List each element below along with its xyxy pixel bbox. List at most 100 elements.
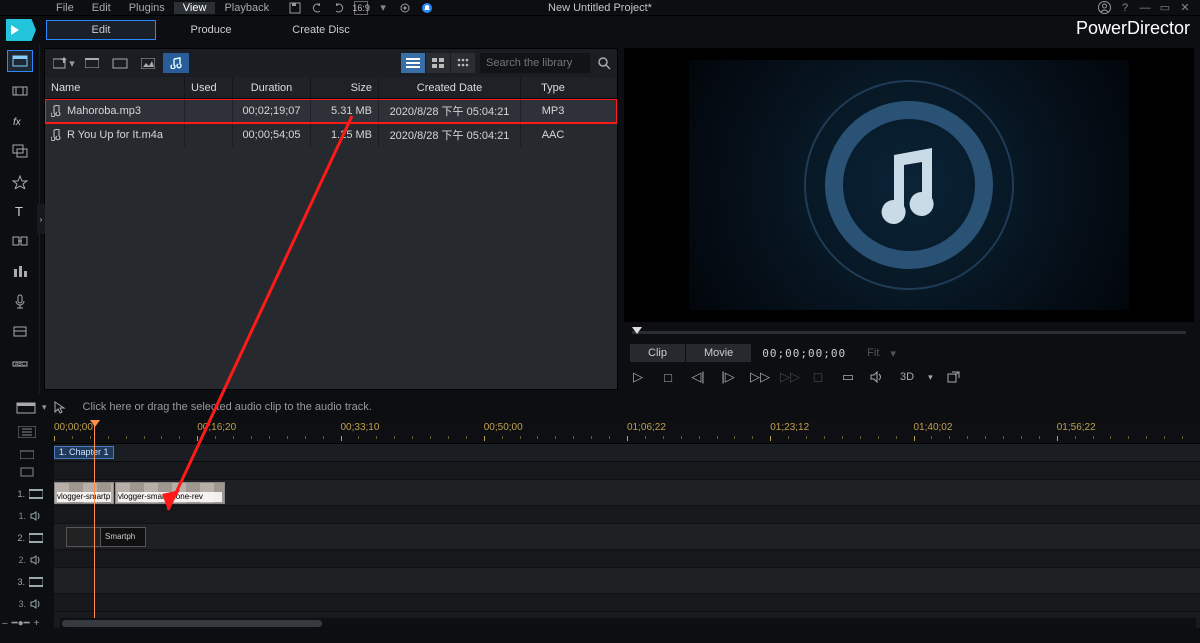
movie-mode-button[interactable]: Movie <box>686 344 751 362</box>
undock-icon[interactable] <box>947 371 963 383</box>
marker-gutter[interactable] <box>0 462 54 480</box>
tab-edit[interactable]: Edit <box>46 20 156 40</box>
library-row[interactable]: R You Up for It.m4a00;00;54;051.25 MB202… <box>45 123 617 147</box>
col-duration[interactable]: Duration <box>233 77 311 98</box>
detail-view-icon[interactable] <box>451 53 475 73</box>
minimize-icon[interactable]: — <box>1138 2 1152 14</box>
next-frame-icon[interactable]: |▷ <box>720 369 736 385</box>
timeline-track[interactable] <box>54 568 1200 594</box>
save-icon[interactable] <box>288 1 302 15</box>
chevron-down-icon[interactable]: ▾ <box>376 1 390 15</box>
timeline-track[interactable]: Smartph <box>54 524 1200 550</box>
track-gutter[interactable]: 2. <box>0 524 54 550</box>
track-gutter[interactable]: 2. <box>0 550 54 568</box>
timeline-zoom[interactable]: –━●━ + <box>2 618 40 628</box>
track-gutter[interactable]: 1. <box>0 506 54 524</box>
voice-over-room-icon[interactable] <box>7 290 33 312</box>
library-row[interactable]: Mahoroba.mp300;02;19;075.31 MB2020/8/28 … <box>45 99 617 123</box>
library-search-input[interactable] <box>480 53 590 73</box>
menu-view[interactable]: View <box>174 2 216 14</box>
redo-icon[interactable] <box>332 1 346 15</box>
cursor-arrow-icon[interactable] <box>53 400 67 414</box>
timeline-horizontal-scrollbar[interactable] <box>60 618 1196 628</box>
aspect-ratio-icon[interactable]: 16:9 <box>354 1 368 15</box>
subtitle-room-icon[interactable]: ABC <box>7 350 33 372</box>
play-icon[interactable]: ▷ <box>630 369 646 385</box>
close-icon[interactable]: ✕ <box>1178 1 1192 14</box>
clip-mode-button[interactable]: Clip <box>630 344 685 362</box>
stop-icon[interactable]: □ <box>660 370 676 385</box>
preview-scrubber[interactable] <box>624 322 1194 342</box>
media-filter-all-icon[interactable] <box>79 53 105 73</box>
timeline-ruler[interactable]: 00;00;0000;16;2000;33;1000;50;0001;06;22… <box>54 420 1200 444</box>
three-d-button[interactable]: 3D <box>900 371 914 383</box>
timeline-tool-icon[interactable] <box>16 400 36 414</box>
preview-fit-chevron-icon[interactable]: ▾ <box>890 347 896 360</box>
account-icon[interactable] <box>1098 1 1112 14</box>
track-gutter[interactable]: 3. <box>0 568 54 594</box>
image-filter-icon[interactable] <box>135 53 161 73</box>
menu-plugins[interactable]: Plugins <box>120 2 174 14</box>
col-name[interactable]: Name <box>45 77 185 98</box>
track-gutter[interactable]: 1. <box>0 480 54 506</box>
snapshot-icon[interactable]: ◻ <box>810 369 826 385</box>
display-mode-icon[interactable] <box>107 53 133 73</box>
sidebar-expand-icon[interactable]: › <box>37 204 45 234</box>
particle-room-icon[interactable] <box>7 170 33 192</box>
menu-file[interactable]: File <box>47 2 83 14</box>
preview-fit-label[interactable]: Fit <box>857 347 889 359</box>
zoom-out-icon[interactable]: – <box>2 618 8 629</box>
help-icon[interactable]: ? <box>1118 2 1132 14</box>
effects-room-icon[interactable] <box>7 80 33 102</box>
tab-produce[interactable]: Produce <box>156 20 266 40</box>
list-view-icon[interactable] <box>401 53 425 73</box>
preview-viewport[interactable] <box>624 48 1194 322</box>
pip-room-icon[interactable] <box>7 140 33 162</box>
track-options-icon[interactable] <box>0 420 54 444</box>
timeline-track[interactable] <box>54 594 1200 612</box>
timeline-clip[interactable]: vlogger-smartphone-rev <box>115 482 225 504</box>
chapter-room-icon[interactable] <box>7 320 33 342</box>
col-size[interactable]: Size <box>311 77 379 98</box>
fast-forward-icon[interactable]: ▷▷ <box>750 369 766 385</box>
chapter-gutter[interactable] <box>0 444 54 462</box>
settings-gear-icon[interactable] <box>398 1 412 15</box>
maximize-icon[interactable]: ▭ <box>1158 1 1172 14</box>
title-room-icon[interactable]: T <box>7 200 33 222</box>
col-used[interactable]: Used <box>185 77 233 98</box>
audio-filter-icon[interactable] <box>163 53 189 73</box>
undo-icon[interactable] <box>310 1 324 15</box>
timeline-clip[interactable]: Smartph <box>66 527 146 547</box>
import-media-icon[interactable]: ▾ <box>51 53 77 73</box>
timeline-area[interactable]: 00;00;0000;16;2000;33;1000;50;0001;06;22… <box>54 420 1200 628</box>
tab-create-disc[interactable]: Create Disc <box>266 20 376 40</box>
search-icon[interactable] <box>598 57 611 70</box>
timeline-clip[interactable]: vlogger-smartp <box>54 482 114 504</box>
timeline-track[interactable] <box>54 550 1200 568</box>
scrollbar-thumb[interactable] <box>62 620 322 627</box>
scrub-thumb-icon[interactable] <box>632 327 642 334</box>
playhead[interactable] <box>94 420 95 628</box>
loop-icon[interactable]: ▭ <box>840 369 856 385</box>
chapter-row[interactable]: 1. Chapter 1 <box>54 444 1200 462</box>
timeline-track[interactable]: vlogger-smartpvlogger-smartphone-rev <box>54 480 1200 506</box>
notification-bell-icon[interactable] <box>420 1 434 15</box>
volume-icon[interactable] <box>870 371 886 383</box>
step-forward-icon[interactable]: ▷▷ <box>780 369 796 385</box>
menu-edit[interactable]: Edit <box>83 2 120 14</box>
zoom-in-icon[interactable]: + <box>34 618 40 629</box>
marker-row[interactable] <box>54 462 1200 480</box>
zoom-slider[interactable]: ━●━ <box>12 618 30 629</box>
transition-room-icon[interactable] <box>7 230 33 252</box>
menu-playback[interactable]: Playback <box>215 2 278 14</box>
col-created-date[interactable]: Created Date <box>379 77 521 98</box>
fx-room-icon[interactable]: fx <box>7 110 33 132</box>
prev-frame-icon[interactable]: ◁| <box>690 369 706 385</box>
track-gutter[interactable]: 3. <box>0 594 54 612</box>
chapter-marker[interactable]: 1. Chapter 1 <box>54 446 114 459</box>
grid-view-icon[interactable] <box>426 53 450 73</box>
timeline-tool-chevron-icon[interactable]: ▾ <box>42 402 47 413</box>
col-type[interactable]: Type <box>521 77 585 98</box>
audio-mixing-room-icon[interactable] <box>7 260 33 282</box>
media-room-icon[interactable] <box>7 50 33 72</box>
